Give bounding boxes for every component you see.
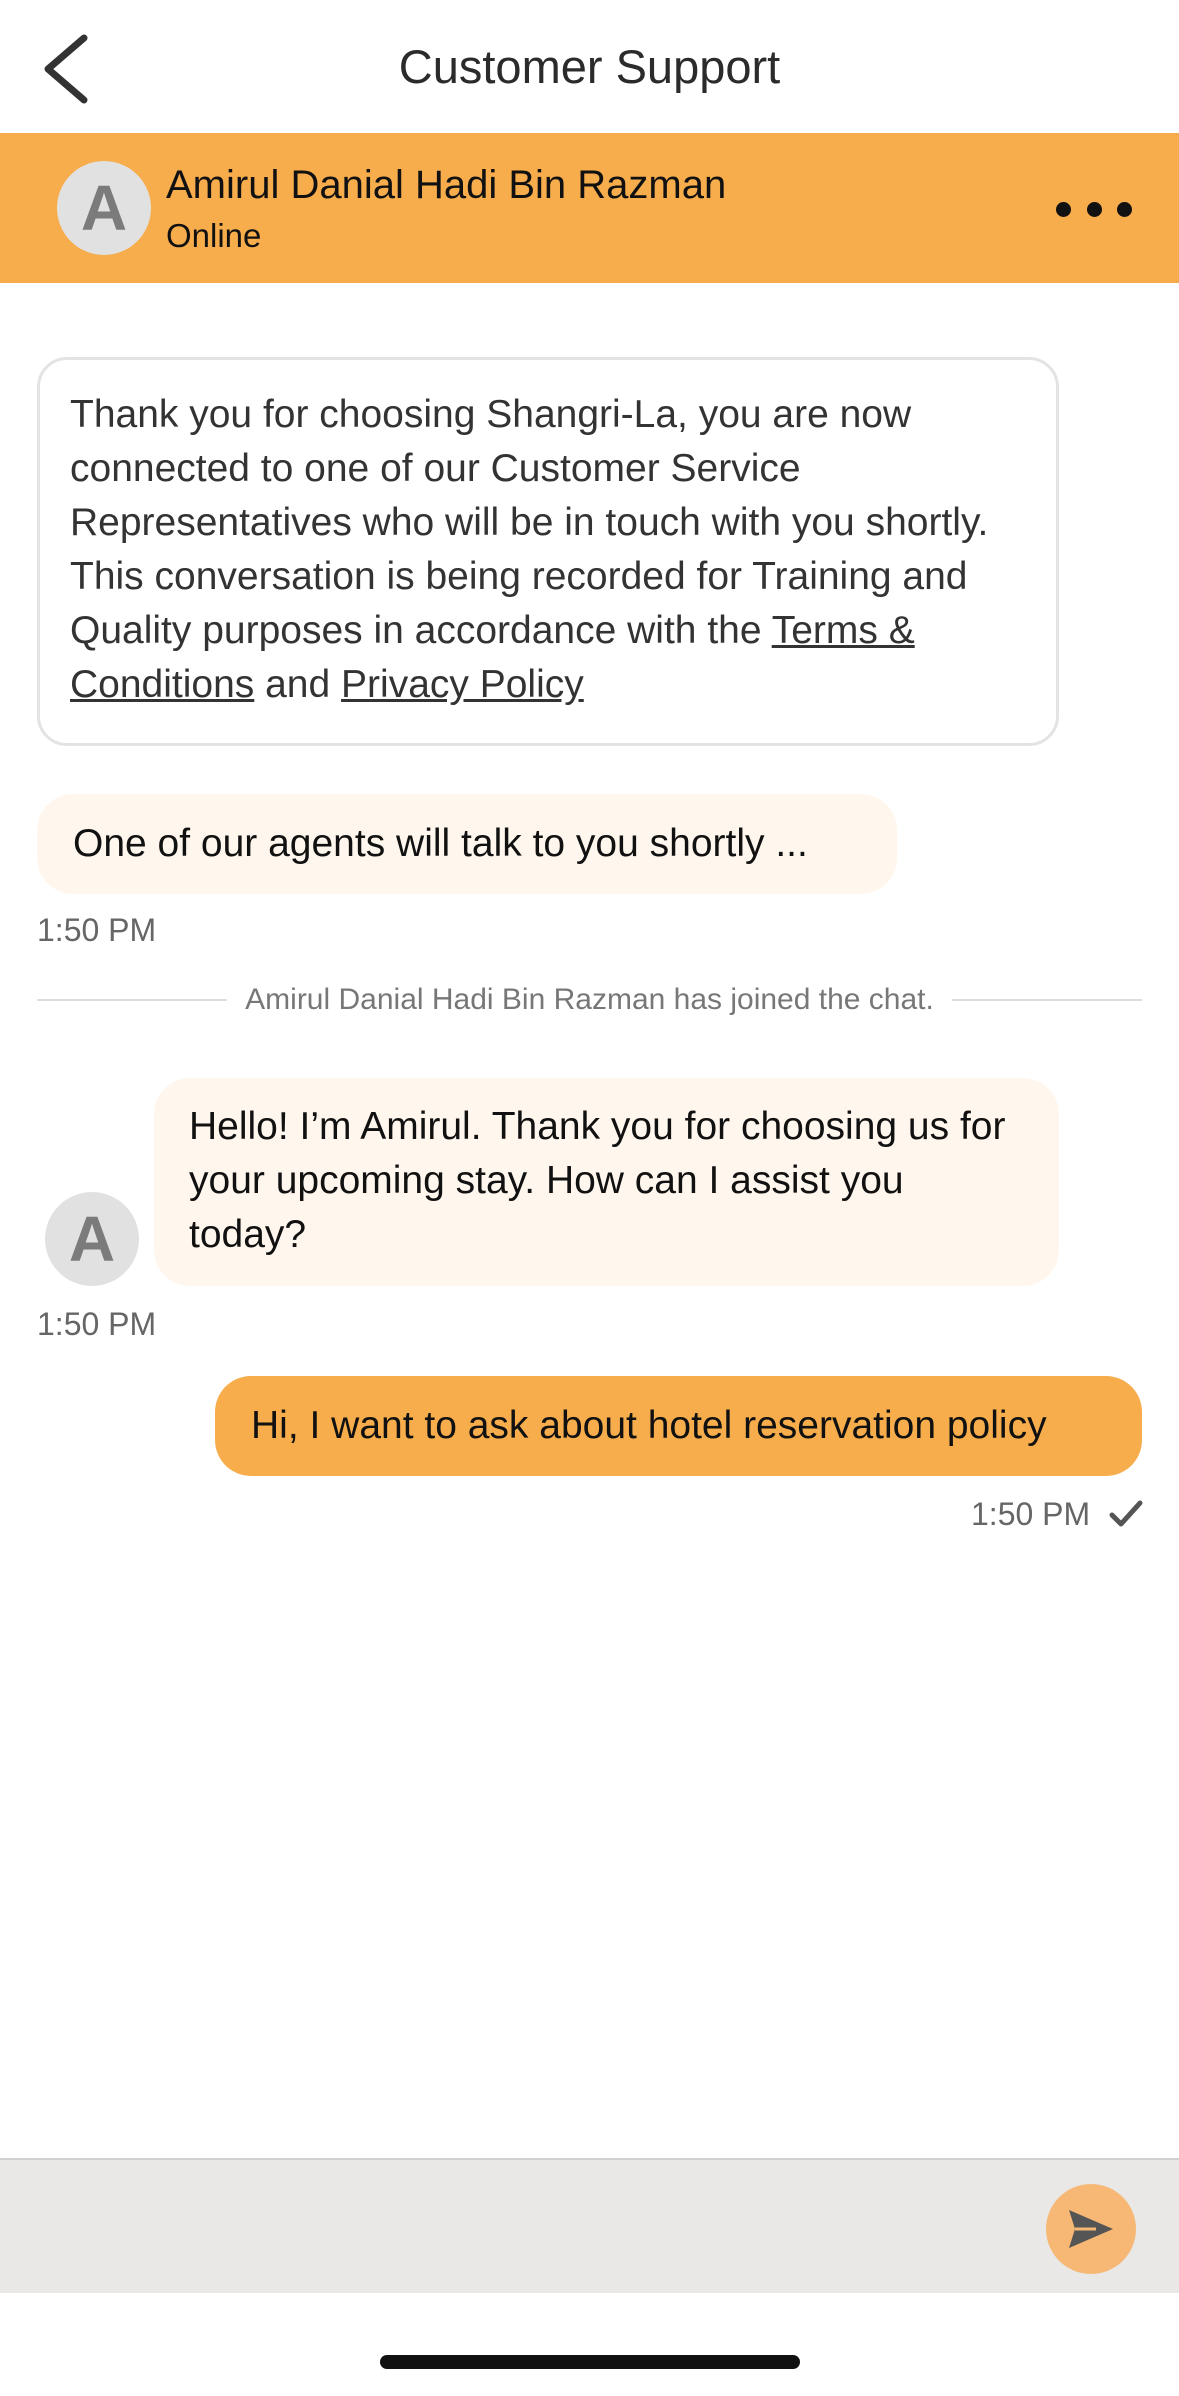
system-notice-text: Amirul Danial Hadi Bin Razman has joined… xyxy=(245,983,934,1016)
message-timestamp: 1:50 PM xyxy=(971,1496,1091,1532)
agent-message-avatar: A xyxy=(45,1192,139,1286)
chevron-left-icon[interactable] xyxy=(38,34,96,104)
divider xyxy=(951,999,1142,1001)
privacy-policy-link[interactable]: Privacy Policy xyxy=(341,663,584,706)
consent-message: Thank you for choosing Shangri-La, you a… xyxy=(37,357,1059,746)
bot-message-bubble: One of our agents will talk to you short… xyxy=(37,794,897,894)
agent-avatar: A xyxy=(57,161,151,255)
agent-message-bubble: Hello! I’m Amirul. Thank you for choosin… xyxy=(154,1078,1059,1286)
system-notice: Amirul Danial Hadi Bin Razman has joined… xyxy=(37,980,1142,1020)
home-indicator xyxy=(380,2355,800,2369)
user-message-bubble: Hi, I want to ask about hotel reservatio… xyxy=(215,1376,1142,1476)
message-timestamp: 1:50 PM xyxy=(37,912,157,948)
agent-status: Online xyxy=(166,217,262,254)
page-title: Customer Support xyxy=(398,40,781,93)
agent-name: Amirul Danial Hadi Bin Razman xyxy=(166,163,727,207)
consent-and-text: and xyxy=(254,663,342,706)
more-dot xyxy=(1117,201,1132,217)
top-nav: Customer Support xyxy=(0,0,1179,133)
message-input[interactable] xyxy=(30,2180,1010,2270)
divider xyxy=(37,999,228,1001)
chat-screen: Customer Support A Amirul Danial Hadi Bi… xyxy=(0,0,1179,2396)
send-icon xyxy=(1069,2210,1113,2248)
more-dot xyxy=(1056,201,1071,217)
message-composer xyxy=(0,2158,1179,2293)
more-dot xyxy=(1086,201,1102,217)
check-icon xyxy=(1109,1500,1143,1527)
message-timestamp: 1:50 PM xyxy=(37,1306,157,1342)
agent-header: A Amirul Danial Hadi Bin Razman Online xyxy=(0,133,1179,283)
send-button[interactable] xyxy=(1046,2184,1136,2274)
more-horizontal-icon[interactable] xyxy=(1056,191,1132,227)
